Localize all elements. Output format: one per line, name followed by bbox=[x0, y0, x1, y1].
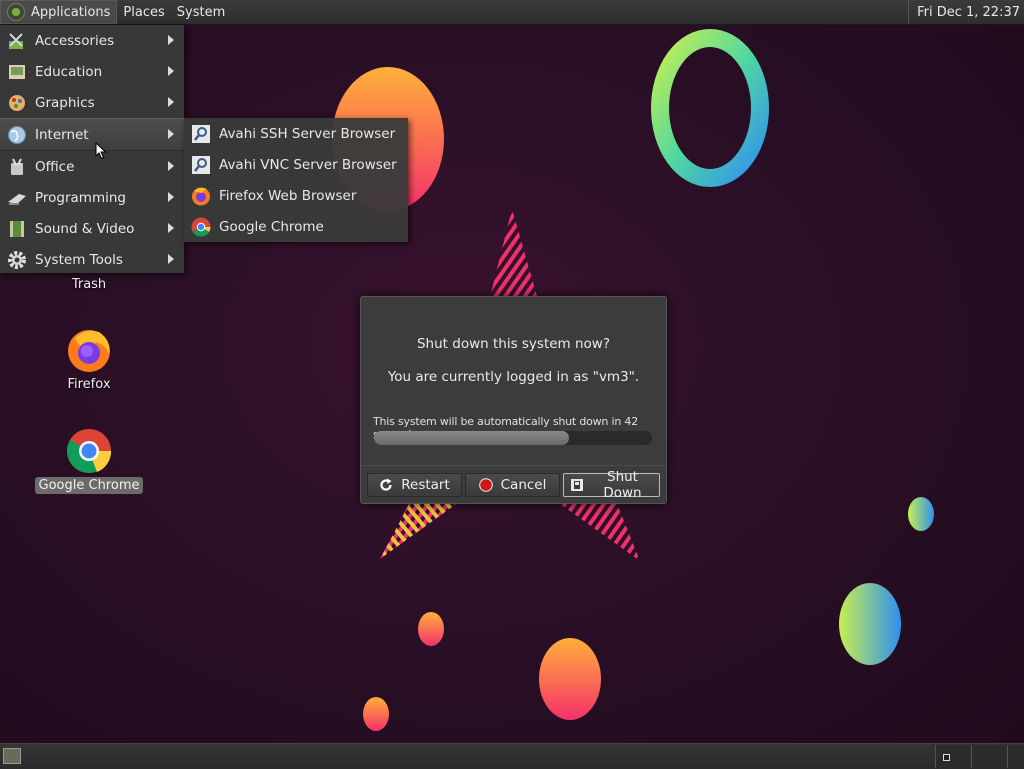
menu-item-label: Avahi VNC Server Browser bbox=[219, 156, 397, 173]
submenu-arrow-icon bbox=[168, 66, 174, 76]
desktop-icon-firefox[interactable]: Firefox bbox=[34, 326, 144, 393]
menu-item-label: Sound & Video bbox=[35, 220, 135, 237]
desktop-icon-label: Trash bbox=[71, 277, 107, 292]
menu-item-label: Avahi SSH Server Browser bbox=[219, 125, 396, 142]
mouse-pointer-icon bbox=[95, 142, 107, 160]
chrome-icon bbox=[67, 429, 112, 473]
clock[interactable]: Fri Dec 1, 22:37 bbox=[908, 0, 1024, 24]
dialog-title: Shut down this system now? bbox=[416, 336, 611, 352]
applications-menu-label: Applications bbox=[31, 4, 111, 20]
avahi-search-icon bbox=[192, 124, 210, 143]
restart-button-label: Restart bbox=[401, 477, 450, 493]
countdown-progress-bar bbox=[374, 431, 652, 445]
menu-item-internet[interactable]: Internet bbox=[0, 118, 184, 151]
workspace-switcher-2[interactable] bbox=[971, 745, 1007, 768]
sound-video-icon bbox=[10, 220, 24, 237]
applications-menu: Accessories Education Graphics Internet … bbox=[0, 25, 184, 273]
menu-item-label: System Tools bbox=[35, 251, 123, 268]
menu-item-label: Office bbox=[35, 158, 75, 175]
cancel-button-label: Cancel bbox=[500, 477, 547, 493]
menu-item-system-tools[interactable]: System Tools bbox=[0, 244, 184, 275]
submenu-arrow-icon bbox=[168, 254, 174, 264]
menu-item-sound-video[interactable]: Sound & Video bbox=[0, 213, 184, 244]
submenu-arrow-icon bbox=[168, 192, 174, 202]
countdown-progress-fill bbox=[374, 431, 569, 445]
avahi-search-icon bbox=[192, 155, 210, 174]
system-menu-button[interactable]: System bbox=[171, 0, 231, 24]
places-menu-button[interactable]: Places bbox=[117, 0, 170, 24]
restart-icon bbox=[380, 478, 392, 491]
desktop-icon-label: Google Chrome bbox=[34, 477, 144, 494]
menu-item-programming[interactable]: Programming bbox=[0, 182, 184, 213]
menu-item-label: Graphics bbox=[35, 94, 95, 111]
menu-item-label: Accessories bbox=[35, 32, 115, 49]
cancel-button[interactable]: Cancel bbox=[465, 473, 560, 497]
shut-down-button[interactable]: Shut Down bbox=[563, 469, 660, 501]
menu-item-accessories[interactable]: Accessories bbox=[0, 25, 184, 56]
menu-item-avahi-ssh[interactable]: Avahi SSH Server Browser bbox=[184, 118, 408, 149]
menu-item-label: Firefox Web Browser bbox=[219, 187, 357, 204]
submenu-arrow-icon bbox=[168, 161, 174, 171]
internet-globe-icon bbox=[8, 125, 26, 144]
desktop-icon-trash[interactable]: Trash bbox=[34, 276, 144, 293]
submenu-arrow-icon bbox=[168, 129, 174, 139]
dialog-separator bbox=[361, 465, 666, 466]
programming-icon bbox=[8, 193, 26, 205]
graphics-icon bbox=[9, 94, 25, 111]
menu-item-avahi-vnc[interactable]: Avahi VNC Server Browser bbox=[184, 149, 408, 180]
menu-item-label: Internet bbox=[35, 126, 89, 143]
applications-menu-button[interactable]: Applications bbox=[0, 0, 118, 24]
accessories-icon bbox=[9, 32, 23, 49]
workspace-switcher-1[interactable] bbox=[935, 745, 971, 768]
clock-text: Fri Dec 1, 22:37 bbox=[917, 4, 1020, 20]
gear-icon bbox=[8, 250, 26, 269]
shut-down-button-label: Shut Down bbox=[603, 469, 642, 501]
chrome-icon bbox=[191, 217, 211, 237]
show-desktop-icon[interactable] bbox=[3, 748, 21, 764]
workspace-switcher-3[interactable] bbox=[1007, 745, 1024, 768]
dialog-subtitle: You are currently logged in as "vm3". bbox=[387, 369, 640, 385]
menu-item-graphics[interactable]: Graphics bbox=[0, 87, 184, 118]
shutdown-dialog: Shut down this system now? You are curre… bbox=[360, 296, 667, 504]
submenu-arrow-icon bbox=[168, 223, 174, 233]
submenu-arrow-icon bbox=[168, 97, 174, 107]
menu-item-education[interactable]: Education bbox=[0, 56, 184, 87]
firefox-icon bbox=[192, 187, 210, 205]
shutdown-icon bbox=[571, 479, 583, 491]
firefox-icon bbox=[68, 330, 110, 372]
internet-submenu: Avahi SSH Server Browser Avahi VNC Serve… bbox=[184, 118, 408, 242]
desktop-icon-label: Firefox bbox=[67, 377, 111, 392]
blue-ellipse-large bbox=[839, 583, 901, 665]
system-menu-label: System bbox=[176, 4, 226, 20]
restart-button[interactable]: Restart bbox=[367, 473, 462, 497]
menu-item-label: Education bbox=[35, 63, 103, 80]
menu-item-label: Programming bbox=[35, 189, 126, 206]
top-panel: Applications Places System Fri Dec 1, 22… bbox=[0, 0, 1024, 25]
menu-item-office[interactable]: Office bbox=[0, 151, 184, 182]
submenu-arrow-icon bbox=[168, 35, 174, 45]
ring-shape bbox=[651, 29, 769, 187]
distro-logo-icon bbox=[7, 3, 25, 21]
education-icon bbox=[9, 64, 25, 79]
blue-ellipse-small bbox=[908, 497, 934, 531]
desktop-icon-google-chrome[interactable]: Google Chrome bbox=[34, 427, 144, 494]
menu-item-firefox[interactable]: Firefox Web Browser bbox=[184, 180, 408, 211]
bottom-panel bbox=[0, 743, 1024, 769]
menu-item-label: Google Chrome bbox=[219, 218, 324, 235]
cancel-icon bbox=[478, 478, 493, 492]
menu-item-google-chrome[interactable]: Google Chrome bbox=[184, 211, 408, 242]
places-menu-label: Places bbox=[123, 4, 165, 20]
office-icon bbox=[11, 158, 23, 175]
